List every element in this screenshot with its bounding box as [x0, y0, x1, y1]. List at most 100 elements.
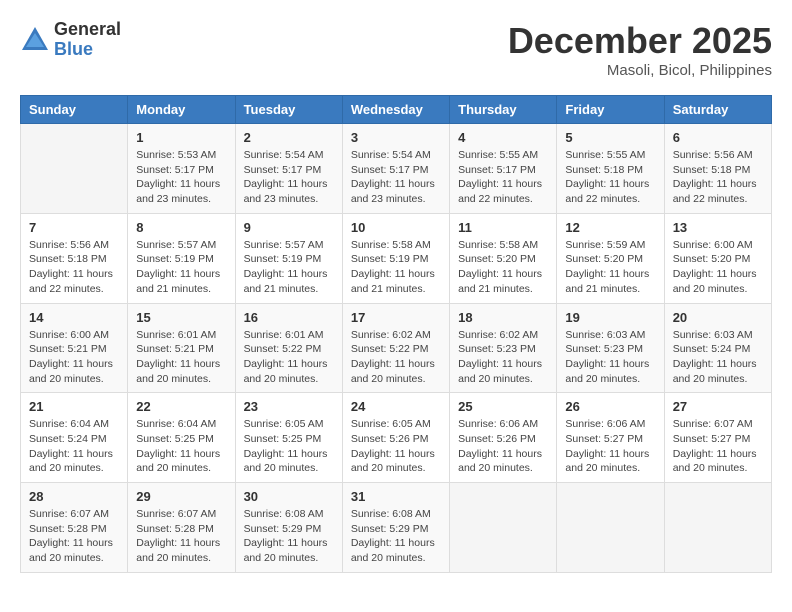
- day-number: 15: [136, 310, 226, 325]
- day-number: 17: [351, 310, 441, 325]
- day-header-wednesday: Wednesday: [342, 96, 449, 124]
- day-info: Sunrise: 5:56 AMSunset: 5:18 PMDaylight:…: [29, 238, 119, 297]
- day-info: Sunrise: 5:57 AMSunset: 5:19 PMDaylight:…: [136, 238, 226, 297]
- calendar-cell: 20 Sunrise: 6:03 AMSunset: 5:24 PMDayligh…: [664, 303, 771, 393]
- day-number: 21: [29, 399, 119, 414]
- day-number: 11: [458, 220, 548, 235]
- day-info: Sunrise: 6:02 AMSunset: 5:22 PMDaylight:…: [351, 328, 441, 387]
- day-info: Sunrise: 6:07 AMSunset: 5:28 PMDaylight:…: [29, 507, 119, 566]
- calendar-cell: 17 Sunrise: 6:02 AMSunset: 5:22 PMDayligh…: [342, 303, 449, 393]
- day-number: 8: [136, 220, 226, 235]
- calendar-cell: [450, 483, 557, 573]
- calendar-cell: 19Sunrise: 6:03 AMSunset: 5:23 PMDayligh…: [557, 303, 664, 393]
- day-info: Sunrise: 6:01 AMSunset: 5:21 PMDaylight:…: [136, 328, 226, 387]
- day-info: Sunrise: 6:07 AMSunset: 5:27 PMDaylight:…: [673, 417, 763, 476]
- day-header-monday: Monday: [128, 96, 235, 124]
- calendar-cell: 23 Sunrise: 6:05 AMSunset: 5:25 PMDayligh…: [235, 393, 342, 483]
- day-header-thursday: Thursday: [450, 96, 557, 124]
- day-number: 2: [244, 130, 334, 145]
- day-number: 4: [458, 130, 548, 145]
- month-title: December 2025: [508, 20, 772, 62]
- day-number: 29: [136, 489, 226, 504]
- calendar-week-3: 14 Sunrise: 6:00 AMSunset: 5:21 PMDayligh…: [21, 303, 772, 393]
- day-info: Sunrise: 5:54 AMSunset: 5:17 PMDaylight:…: [351, 148, 441, 207]
- calendar-cell: 14 Sunrise: 6:00 AMSunset: 5:21 PMDayligh…: [21, 303, 128, 393]
- calendar-cell: [557, 483, 664, 573]
- day-info: Sunrise: 6:08 AMSunset: 5:29 PMDaylight:…: [244, 507, 334, 566]
- day-info: Sunrise: 6:08 AMSunset: 5:29 PMDaylight:…: [351, 507, 441, 566]
- day-info: Sunrise: 5:58 AMSunset: 5:19 PMDaylight:…: [351, 238, 441, 297]
- day-number: 7: [29, 220, 119, 235]
- day-info: Sunrise: 6:03 AMSunset: 5:24 PMDaylight:…: [673, 328, 763, 387]
- logo-blue-text: Blue: [54, 40, 121, 60]
- calendar-cell: 4 Sunrise: 5:55 AMSunset: 5:17 PMDaylight…: [450, 124, 557, 214]
- day-info: Sunrise: 6:05 AMSunset: 5:25 PMDaylight:…: [244, 417, 334, 476]
- day-number: 6: [673, 130, 763, 145]
- calendar-cell: 21 Sunrise: 6:04 AMSunset: 5:24 PMDayligh…: [21, 393, 128, 483]
- day-info: Sunrise: 5:55 AMSunset: 5:18 PMDaylight:…: [565, 148, 655, 207]
- calendar-cell: 13 Sunrise: 6:00 AMSunset: 5:20 PMDayligh…: [664, 213, 771, 303]
- calendar-cell: [664, 483, 771, 573]
- calendar-cell: 28Sunrise: 6:07 AMSunset: 5:28 PMDayligh…: [21, 483, 128, 573]
- calendar-cell: 2 Sunrise: 5:54 AMSunset: 5:17 PMDaylight…: [235, 124, 342, 214]
- day-info: Sunrise: 5:57 AMSunset: 5:19 PMDaylight:…: [244, 238, 334, 297]
- day-number: 5: [565, 130, 655, 145]
- day-number: 12: [565, 220, 655, 235]
- day-number: 14: [29, 310, 119, 325]
- day-info: Sunrise: 6:06 AMSunset: 5:26 PMDaylight:…: [458, 417, 548, 476]
- day-number: 13: [673, 220, 763, 235]
- day-number: 27: [673, 399, 763, 414]
- day-number: 25: [458, 399, 548, 414]
- day-header-saturday: Saturday: [664, 96, 771, 124]
- day-info: Sunrise: 6:00 AMSunset: 5:21 PMDaylight:…: [29, 328, 119, 387]
- day-number: 16: [244, 310, 334, 325]
- day-number: 24: [351, 399, 441, 414]
- day-number: 20: [673, 310, 763, 325]
- calendar-cell: 27 Sunrise: 6:07 AMSunset: 5:27 PMDayligh…: [664, 393, 771, 483]
- calendar-cell: 6 Sunrise: 5:56 AMSunset: 5:18 PMDaylight…: [664, 124, 771, 214]
- calendar-cell: 8 Sunrise: 5:57 AMSunset: 5:19 PMDaylight…: [128, 213, 235, 303]
- calendar-week-4: 21 Sunrise: 6:04 AMSunset: 5:24 PMDayligh…: [21, 393, 772, 483]
- calendar-week-2: 7 Sunrise: 5:56 AMSunset: 5:18 PMDaylight…: [21, 213, 772, 303]
- calendar-week-5: 28Sunrise: 6:07 AMSunset: 5:28 PMDayligh…: [21, 483, 772, 573]
- calendar-cell: 1 Sunrise: 5:53 AMSunset: 5:17 PMDaylight…: [128, 124, 235, 214]
- day-info: Sunrise: 5:55 AMSunset: 5:17 PMDaylight:…: [458, 148, 548, 207]
- day-number: 26: [565, 399, 655, 414]
- day-info: Sunrise: 6:05 AMSunset: 5:26 PMDaylight:…: [351, 417, 441, 476]
- day-header-friday: Friday: [557, 96, 664, 124]
- day-number: 19: [565, 310, 655, 325]
- title-block: December 2025 Masoli, Bicol, Philippines: [508, 20, 772, 79]
- day-info: Sunrise: 6:04 AMSunset: 5:24 PMDaylight:…: [29, 417, 119, 476]
- day-info: Sunrise: 6:02 AMSunset: 5:23 PMDaylight:…: [458, 328, 548, 387]
- day-number: 1: [136, 130, 226, 145]
- calendar-cell: 5 Sunrise: 5:55 AMSunset: 5:18 PMDaylight…: [557, 124, 664, 214]
- day-info: Sunrise: 6:00 AMSunset: 5:20 PMDaylight:…: [673, 238, 763, 297]
- day-number: 22: [136, 399, 226, 414]
- calendar-week-1: 1 Sunrise: 5:53 AMSunset: 5:17 PMDaylight…: [21, 124, 772, 214]
- day-number: 18: [458, 310, 548, 325]
- logo-icon: [20, 25, 50, 55]
- calendar-cell: 22 Sunrise: 6:04 AMSunset: 5:25 PMDayligh…: [128, 393, 235, 483]
- day-info: Sunrise: 5:56 AMSunset: 5:18 PMDaylight:…: [673, 148, 763, 207]
- page-header: General Blue December 2025 Masoli, Bicol…: [20, 20, 772, 79]
- day-info: Sunrise: 5:54 AMSunset: 5:17 PMDaylight:…: [244, 148, 334, 207]
- logo-text: General Blue: [54, 20, 121, 60]
- day-number: 23: [244, 399, 334, 414]
- calendar-table: SundayMondayTuesdayWednesdayThursdayFrid…: [20, 95, 772, 573]
- day-number: 31: [351, 489, 441, 504]
- calendar-cell: [21, 124, 128, 214]
- day-info: Sunrise: 5:58 AMSunset: 5:20 PMDaylight:…: [458, 238, 548, 297]
- day-header-sunday: Sunday: [21, 96, 128, 124]
- day-info: Sunrise: 5:53 AMSunset: 5:17 PMDaylight:…: [136, 148, 226, 207]
- day-info: Sunrise: 6:06 AMSunset: 5:27 PMDaylight:…: [565, 417, 655, 476]
- logo-general-text: General: [54, 20, 121, 40]
- calendar-cell: 11 Sunrise: 5:58 AMSunset: 5:20 PMDayligh…: [450, 213, 557, 303]
- day-number: 30: [244, 489, 334, 504]
- calendar-cell: 29 Sunrise: 6:07 AMSunset: 5:28 PMDayligh…: [128, 483, 235, 573]
- calendar-cell: 31 Sunrise: 6:08 AMSunset: 5:29 PMDayligh…: [342, 483, 449, 573]
- day-info: Sunrise: 6:07 AMSunset: 5:28 PMDaylight:…: [136, 507, 226, 566]
- day-info: Sunrise: 5:59 AMSunset: 5:20 PMDaylight:…: [565, 238, 655, 297]
- calendar-cell: 18 Sunrise: 6:02 AMSunset: 5:23 PMDayligh…: [450, 303, 557, 393]
- day-number: 3: [351, 130, 441, 145]
- day-info: Sunrise: 6:04 AMSunset: 5:25 PMDaylight:…: [136, 417, 226, 476]
